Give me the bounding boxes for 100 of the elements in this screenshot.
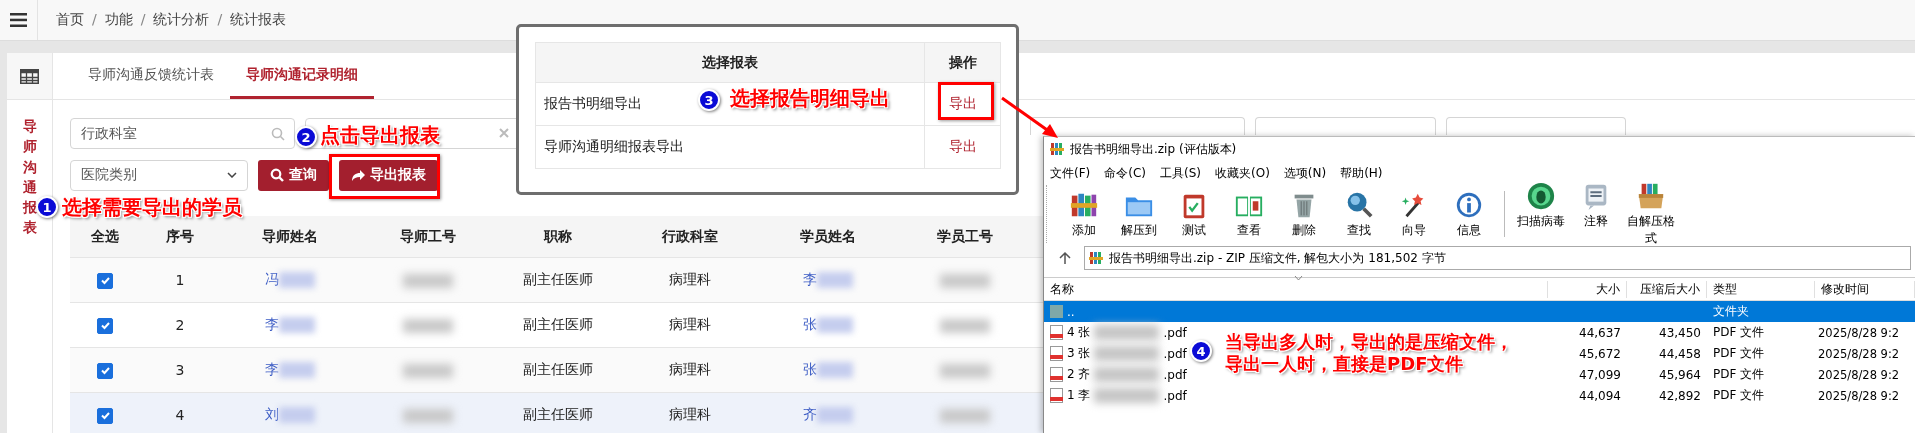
table-cell: 副主任医师	[522, 316, 593, 332]
toolbar-button[interactable]: 扫描病毒	[1513, 181, 1568, 247]
annotation-arrow	[1000, 96, 1060, 140]
tab[interactable]: 导师沟通记录明细	[230, 53, 374, 99]
menu-item[interactable]: 选项(N)	[1283, 164, 1327, 182]
column-header[interactable]: 名称	[1044, 280, 1548, 298]
toolbar-button[interactable]: 自解压格式	[1623, 181, 1678, 247]
column-header: 操作	[924, 42, 1001, 83]
menu-item[interactable]: 文件(F)	[1050, 164, 1091, 182]
checkbox[interactable]	[97, 407, 113, 424]
bug-icon	[1525, 181, 1556, 211]
file-extension: .pdf	[1163, 325, 1187, 340]
toolbar-button[interactable]: 添加	[1056, 189, 1111, 239]
up-arrow-icon[interactable]	[1058, 251, 1072, 265]
toolbar-button[interactable]: 查看	[1221, 189, 1276, 239]
table-cell: 副主任医师	[522, 361, 593, 377]
packed-size: 43,450	[1659, 325, 1701, 340]
checkbox[interactable]	[97, 272, 113, 289]
column-header[interactable]: 压缩后大小	[1627, 280, 1707, 298]
menu-item[interactable]: 收藏夹(O)	[1215, 164, 1270, 182]
redacted-text	[402, 319, 453, 333]
menu-icon[interactable]	[10, 13, 27, 27]
toolbar-button[interactable]: 注释	[1568, 181, 1623, 247]
menu-item[interactable]: 命令(C)	[1104, 164, 1146, 182]
toolbar-button[interactable]: 向导	[1386, 189, 1441, 239]
name-link[interactable]: 李	[265, 316, 279, 332]
name-link[interactable]: 张	[802, 316, 817, 332]
redacted-text	[940, 409, 990, 423]
file-name[interactable]: 3 张	[1067, 345, 1091, 362]
side-title: 导师沟通报表	[22, 117, 37, 238]
breadcrumb-link[interactable]: 功能	[104, 11, 133, 29]
file-name[interactable]: 2 齐	[1067, 366, 1091, 383]
export-link[interactable]: 导出	[948, 138, 977, 154]
packed-size: 44,458	[1659, 346, 1701, 361]
export-button[interactable]: 导出报表	[339, 159, 438, 191]
table-cell: 报告书明细导出	[544, 95, 642, 111]
toolbar-button[interactable]: 信息	[1441, 189, 1496, 239]
file-size: 45,672	[1579, 346, 1621, 361]
table-cell: 4	[175, 407, 185, 423]
archive-icon	[1089, 251, 1103, 265]
redacted-text	[1094, 367, 1160, 382]
tab[interactable]: 导师沟通反馈统计表	[72, 53, 230, 99]
redacted-text	[816, 407, 853, 423]
name-link[interactable]: 李	[802, 271, 817, 287]
pdf-file-icon	[1050, 325, 1063, 340]
toolbar-button[interactable]: 解压到	[1111, 189, 1166, 239]
column-header[interactable]: 类型	[1707, 280, 1815, 298]
name-link[interactable]: 刘	[265, 406, 279, 422]
redacted-text	[940, 274, 990, 288]
archive-icon	[1050, 142, 1064, 156]
breadcrumb-link[interactable]: 统计分析	[153, 11, 210, 29]
toolbar-button[interactable]: 测试	[1166, 189, 1221, 239]
column-header: 选择报表	[535, 42, 925, 83]
dropdown[interactable]: 医院类别	[70, 159, 248, 191]
breadcrumb-link[interactable]: 统计报表	[230, 11, 287, 29]
redacted-text	[816, 317, 853, 333]
modified-time: 2025/8/28 9:2	[1818, 367, 1900, 382]
menu-item[interactable]: 工具(S)	[1160, 164, 1201, 182]
column-header[interactable]: 修改时间	[1815, 280, 1915, 298]
column-header[interactable]: 大小	[1548, 280, 1627, 298]
checkbox[interactable]	[97, 362, 113, 379]
modified-time: 2025/8/28 9:2	[1818, 388, 1900, 403]
modified-time: 2025/8/28 9:2	[1818, 325, 1900, 340]
breadcrumb-separator: /	[140, 11, 146, 29]
search-icon	[271, 126, 285, 141]
query-button[interactable]: 查询	[258, 159, 329, 191]
name-link[interactable]: 齐	[802, 406, 817, 422]
annotation-text: 导出一人时，直接是PDF文件	[1225, 353, 1464, 375]
name-link[interactable]: 张	[802, 361, 817, 377]
annotation-text: 选择报告明细导出	[730, 86, 890, 110]
search-icon	[270, 168, 284, 182]
toolbar-button[interactable]: 查找	[1331, 189, 1386, 239]
filter-field[interactable]	[1255, 117, 1436, 135]
breadcrumb-link[interactable]: 首页	[56, 11, 84, 29]
address-bar[interactable]: 报告书明细导出.zip - ZIP 压缩文件, 解包大小为 181,502 字节	[1084, 246, 1911, 270]
pdf-file-icon	[1050, 346, 1063, 361]
breadcrumb-separator: /	[92, 11, 97, 29]
name-link[interactable]: 李	[265, 361, 279, 377]
menu-item[interactable]: 帮助(H)	[1340, 164, 1383, 182]
name-link[interactable]: 冯	[265, 271, 279, 287]
file-type: PDF 文件	[1713, 346, 1765, 360]
column-header: 行政科室	[620, 216, 760, 258]
file-type: PDF 文件	[1713, 325, 1765, 339]
checkmark-icon	[99, 320, 111, 331]
table-cell: 病理科	[669, 406, 711, 422]
file-row[interactable]: .. 文件夹	[1044, 301, 1915, 322]
table-cell: 1	[175, 272, 185, 288]
file-type: PDF 文件	[1713, 388, 1765, 402]
export-link[interactable]: 导出	[948, 95, 977, 111]
checkbox[interactable]	[97, 317, 113, 334]
redacted-text	[1094, 346, 1160, 361]
table-icon[interactable]	[20, 68, 39, 84]
file-name[interactable]: 1 李	[1067, 387, 1091, 404]
table-cell: 导师沟通明细报表导出	[544, 138, 684, 154]
packed-size: 45,964	[1659, 367, 1701, 382]
filter-field[interactable]	[1446, 117, 1626, 135]
search-field[interactable]: 行政科室	[70, 117, 295, 149]
toolbar-button[interactable]: 删除	[1276, 189, 1331, 239]
file-name[interactable]: 4 张	[1067, 324, 1091, 341]
share-arrow-icon	[351, 168, 365, 182]
